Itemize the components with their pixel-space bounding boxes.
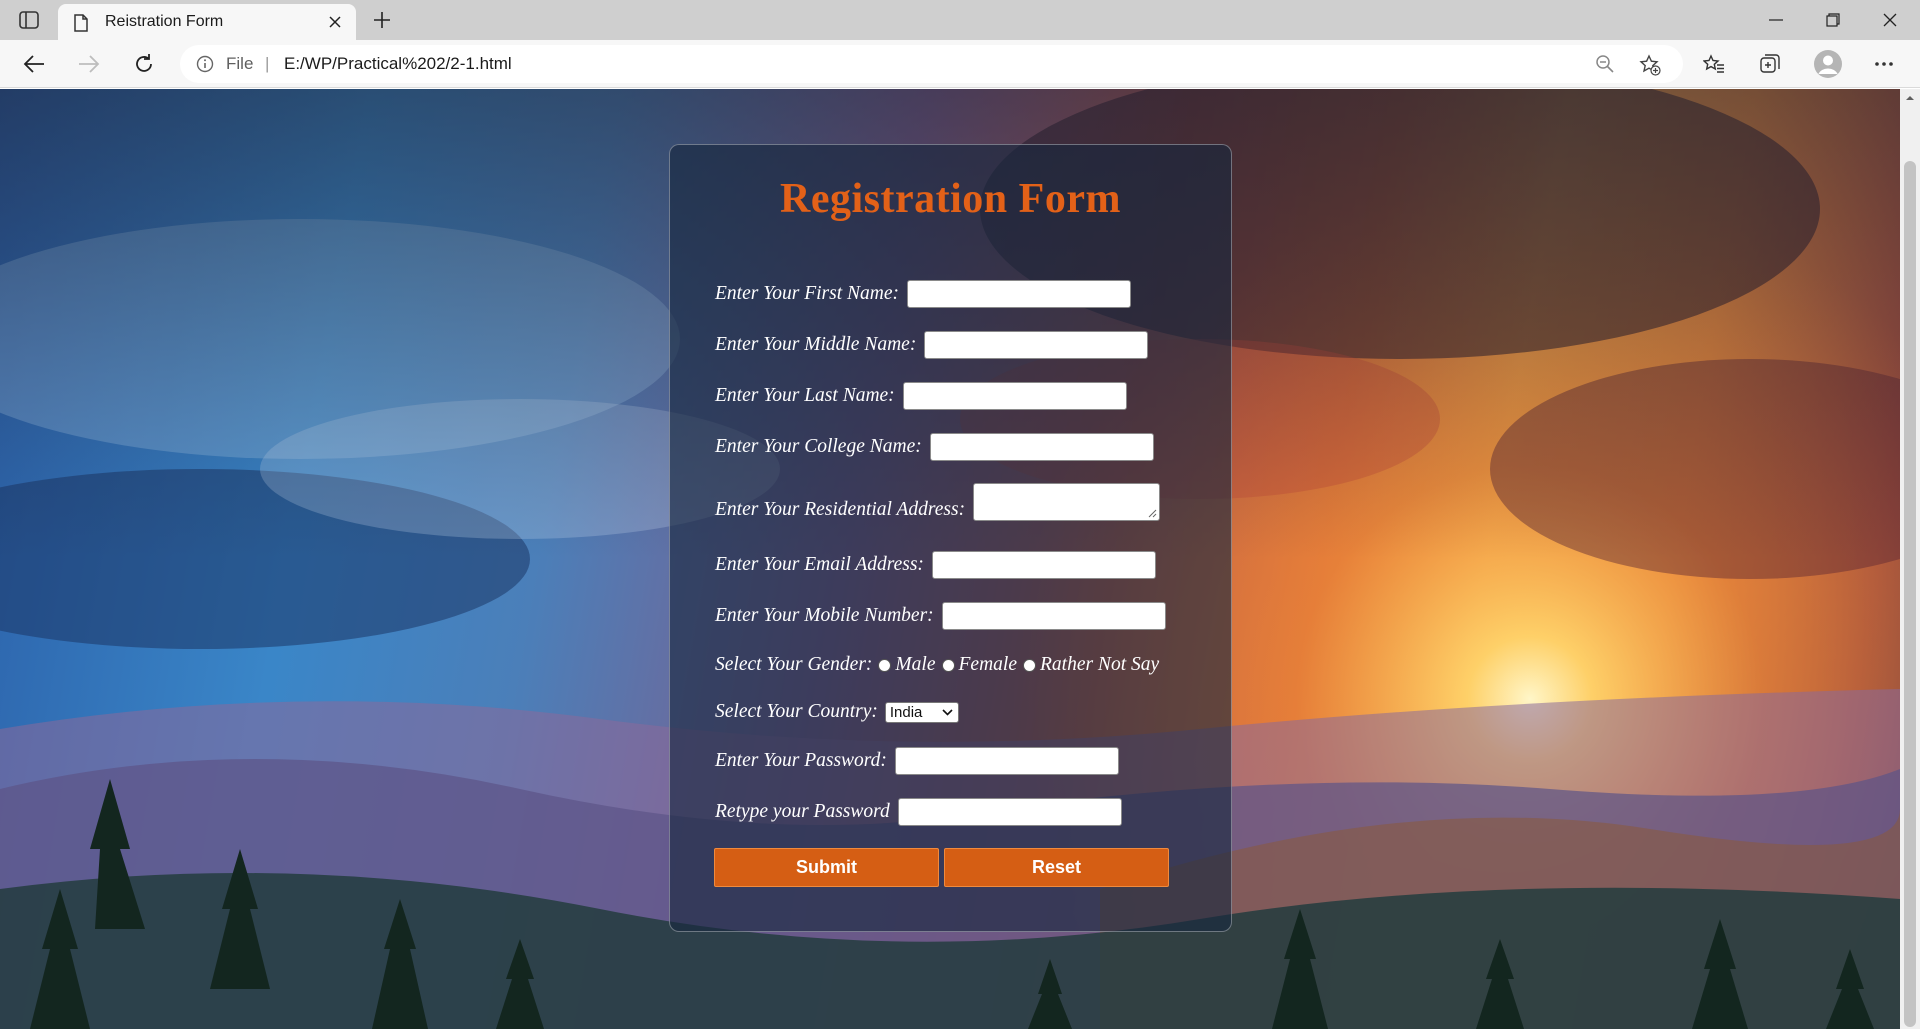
gender-label: Select Your Gender: — [715, 654, 873, 675]
password-row: Enter Your Password: — [715, 747, 1119, 775]
first-name-row: Enter Your First Name: — [715, 280, 1132, 308]
submit-button[interactable]: Submit — [714, 848, 939, 887]
address-scheme-label: File — [226, 54, 254, 73]
gender-rather-not-say-label: Rather Not Say — [1039, 654, 1160, 675]
gender-male-radio[interactable] — [878, 658, 892, 672]
gender-female-radio[interactable] — [941, 658, 955, 672]
college-name-label: Enter Your College Name: — [715, 436, 922, 457]
forward-arrow-icon[interactable] — [73, 49, 105, 79]
vertical-scrollbar[interactable] — [1900, 89, 1920, 1029]
zoom-out-icon[interactable] — [1595, 54, 1615, 79]
country-row: Select Your Country: India — [715, 701, 959, 723]
last-name-row: Enter Your Last Name: — [715, 382, 1127, 410]
registration-form-card: Registration Form Enter Your First Name:… — [669, 144, 1232, 932]
retype-password-row: Retype your Password — [715, 798, 1122, 826]
mobile-label: Enter Your Mobile Number: — [715, 605, 934, 626]
close-window-icon[interactable] — [1870, 6, 1910, 34]
collections-icon[interactable] — [1754, 49, 1786, 79]
profile-avatar-icon[interactable] — [1812, 49, 1844, 79]
country-label: Select Your Country: — [715, 701, 878, 722]
first-name-input[interactable] — [907, 280, 1132, 308]
middle-name-row: Enter Your Middle Name: — [715, 331, 1149, 359]
last-name-label: Enter Your Last Name: — [715, 385, 895, 406]
password-input[interactable] — [894, 747, 1119, 775]
college-name-row: Enter Your College Name: — [715, 433, 1154, 461]
middle-name-label: Enter Your Middle Name: — [715, 334, 917, 355]
scrollbar-thumb[interactable] — [1904, 161, 1916, 1027]
country-select-value: India — [889, 703, 923, 721]
add-favorite-icon[interactable] — [1639, 54, 1661, 81]
middle-name-input[interactable] — [924, 331, 1149, 359]
password-label: Enter Your Password: — [715, 750, 887, 771]
mobile-input[interactable] — [941, 602, 1166, 630]
retype-password-input[interactable] — [897, 798, 1122, 826]
resize-grip-icon[interactable] — [1148, 509, 1157, 518]
reset-button[interactable]: Reset — [944, 848, 1169, 887]
page-viewport: Registration Form Enter Your First Name:… — [0, 89, 1920, 1029]
back-arrow-icon[interactable] — [18, 49, 50, 79]
minimize-icon[interactable] — [1756, 6, 1796, 34]
new-tab-icon[interactable] — [370, 8, 394, 32]
address-separator: | — [265, 54, 270, 73]
email-input[interactable] — [931, 551, 1156, 579]
close-tab-icon[interactable] — [326, 13, 344, 31]
info-icon[interactable] — [196, 55, 214, 78]
tab-strip: Reistration Form — [0, 0, 1920, 40]
tab-title: Reistration Form — [105, 13, 224, 30]
address-label: Enter Your Residential Address: — [715, 499, 966, 520]
address-row: Enter Your Residential Address: — [715, 483, 1161, 521]
email-row: Enter Your Email Address: — [715, 551, 1156, 579]
mobile-row: Enter Your Mobile Number: — [715, 602, 1166, 630]
gender-male-label: Male — [895, 654, 936, 675]
first-name-label: Enter Your First Name: — [715, 283, 900, 304]
gender-row: Select Your Gender: Male Female Rather N… — [715, 654, 1159, 676]
email-label: Enter Your Email Address: — [715, 554, 924, 575]
retype-password-label: Retype your Password — [715, 801, 890, 822]
active-tab[interactable]: Reistration Form — [58, 4, 356, 40]
last-name-input[interactable] — [902, 382, 1127, 410]
form-title: Registration Form — [780, 176, 1121, 222]
more-options-icon[interactable] — [1868, 49, 1900, 79]
address-bar[interactable]: File | E:/WP/Practical%202/2-1.html — [180, 45, 1683, 83]
gender-female-label: Female — [958, 654, 1017, 675]
gender-rather-not-say-radio[interactable] — [1022, 658, 1036, 672]
scroll-up-icon[interactable] — [1905, 93, 1915, 103]
favorites-icon[interactable] — [1698, 49, 1730, 79]
browser-toolbar: File | E:/WP/Practical%202/2-1.html — [0, 40, 1920, 88]
address-textarea[interactable] — [973, 483, 1161, 521]
url-text[interactable]: E:/WP/Practical%202/2-1.html — [284, 54, 512, 74]
tab-actions-icon[interactable] — [16, 8, 42, 32]
document-icon — [74, 14, 88, 37]
college-name-input[interactable] — [929, 433, 1154, 461]
country-select[interactable]: India — [884, 701, 959, 723]
chevron-down-icon — [942, 708, 953, 716]
restore-icon[interactable] — [1813, 6, 1853, 34]
refresh-icon[interactable] — [128, 49, 160, 79]
